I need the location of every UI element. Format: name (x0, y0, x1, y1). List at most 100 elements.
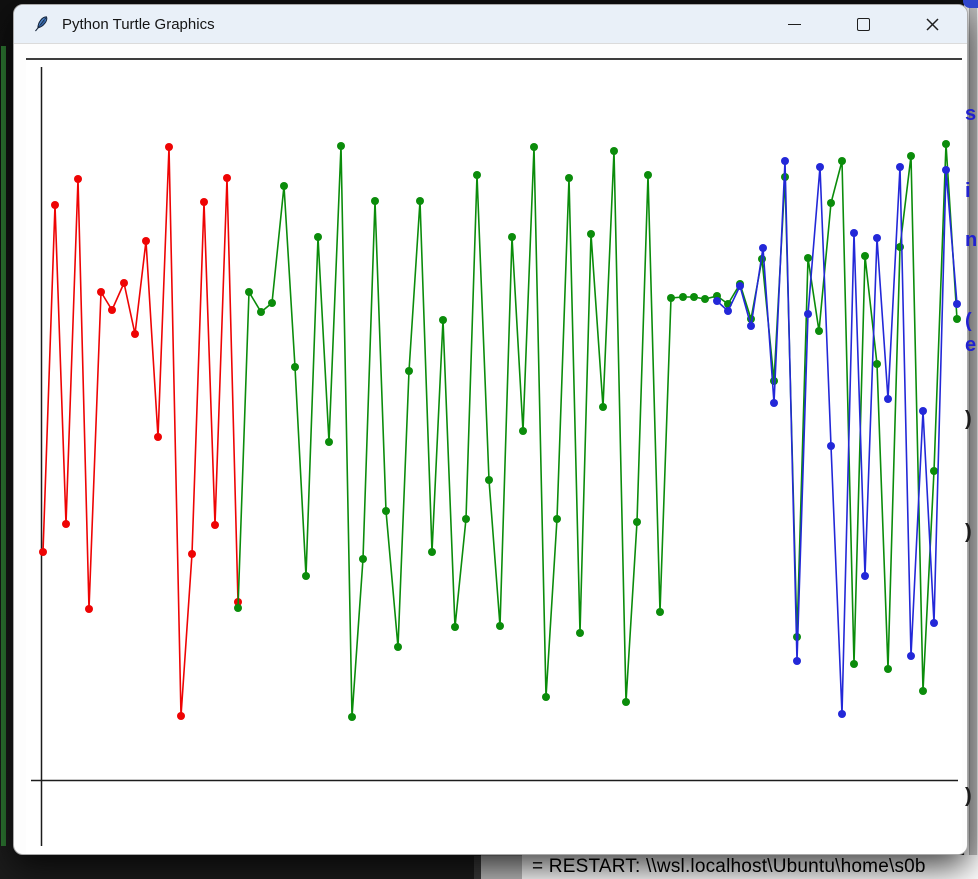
blue-series-point (907, 652, 915, 660)
blue-series-point (838, 710, 846, 718)
green-series-point (291, 363, 299, 371)
red-series-point (108, 306, 116, 314)
red-series-point (97, 288, 105, 296)
red-series-point (211, 521, 219, 529)
green-series-point (896, 243, 904, 251)
close-button[interactable] (898, 5, 967, 43)
green-series-point (770, 377, 778, 385)
green-series-point (314, 233, 322, 241)
green-series-point (942, 140, 950, 148)
red-series-point (51, 201, 59, 209)
blue-series-point (850, 229, 858, 237)
green-series-point (953, 315, 961, 323)
code-fragment: s (965, 104, 978, 124)
blue-series-point (816, 163, 824, 171)
code-fragment: ) (965, 522, 978, 542)
green-series-point (348, 713, 356, 721)
red-series-point (85, 605, 93, 613)
green-series-point (268, 299, 276, 307)
green-series-point (644, 171, 652, 179)
green-series-point (553, 515, 561, 523)
green-series-point (451, 623, 459, 631)
green-series-point (861, 252, 869, 260)
red-series-point (142, 237, 150, 245)
red-series-point (200, 198, 208, 206)
green-series-point (371, 197, 379, 205)
green-series-point (508, 233, 516, 241)
code-fragment: n (965, 230, 978, 250)
line-plot (26, 60, 962, 854)
idle-shell-gutter (481, 855, 522, 879)
green-series-point (302, 572, 310, 580)
code-fragment: ( (965, 311, 978, 331)
background-window-corner-fragment (963, 0, 978, 8)
green-series-point (257, 308, 265, 316)
blue-series-point (873, 234, 881, 242)
blue-series-point (793, 657, 801, 665)
code-fragment: ) (965, 409, 978, 429)
desktop-edge-accent (1, 46, 6, 846)
idle-shell-output-line[interactable]: = RESTART: \\wsl.localhost\Ubuntu\home\s… (522, 855, 978, 879)
blue-series-point (930, 619, 938, 627)
blue-series-point (713, 297, 721, 305)
green-series-point (565, 174, 573, 182)
green-series-point (382, 507, 390, 515)
green-series-point (804, 254, 812, 262)
green-series-point (496, 622, 504, 630)
blue-series-point (747, 322, 755, 330)
green-series-point (542, 693, 550, 701)
green-series-point (667, 294, 675, 302)
red-series-point (74, 175, 82, 183)
green-series-point (884, 665, 892, 673)
green-series-point (587, 230, 595, 238)
green-series-point (576, 629, 584, 637)
blue-series-point (919, 407, 927, 415)
green-series-point (690, 293, 698, 301)
maximize-button[interactable] (829, 5, 898, 43)
blue-series-point (724, 307, 732, 315)
green-series-point (827, 199, 835, 207)
green-series-point (873, 360, 881, 368)
green-series-point (485, 476, 493, 484)
red-series-line (43, 147, 238, 716)
code-fragment: e (965, 335, 978, 355)
restart-text: = RESTART: \\wsl.localhost\Ubuntu\home\s… (522, 856, 926, 878)
green-series-point (701, 295, 709, 303)
green-series-point (473, 171, 481, 179)
red-series-point (223, 174, 231, 182)
green-series-point (838, 157, 846, 165)
red-series-point (165, 143, 173, 151)
blue-series-point (861, 572, 869, 580)
green-series-point (633, 518, 641, 526)
blue-series-point (770, 399, 778, 407)
blue-series-point (804, 310, 812, 318)
green-series-point (280, 182, 288, 190)
blue-series-point (896, 163, 904, 171)
green-series-point (462, 515, 470, 523)
blue-series-point (759, 244, 767, 252)
green-series-point (337, 142, 345, 150)
green-series-point (394, 643, 402, 651)
red-series-point (131, 330, 139, 338)
blue-series-point (953, 300, 961, 308)
green-series-point (405, 367, 413, 375)
red-series-point (39, 548, 47, 556)
window-controls (760, 5, 967, 43)
window-titlebar[interactable]: Python Turtle Graphics (14, 5, 967, 44)
blue-series-point (736, 282, 744, 290)
green-series-point (815, 327, 823, 335)
green-series-point (656, 608, 664, 616)
minimize-button[interactable] (760, 5, 829, 43)
green-series-point (325, 438, 333, 446)
red-series-point (120, 279, 128, 287)
red-series-point (177, 712, 185, 720)
green-series-point (679, 293, 687, 301)
green-series-point (359, 555, 367, 563)
green-series-point (919, 687, 927, 695)
red-series-point (154, 433, 162, 441)
green-series-point (850, 660, 858, 668)
green-series-point (245, 288, 253, 296)
red-series-point (188, 550, 196, 558)
turtle-canvas[interactable] (26, 58, 962, 854)
red-series-point (62, 520, 70, 528)
